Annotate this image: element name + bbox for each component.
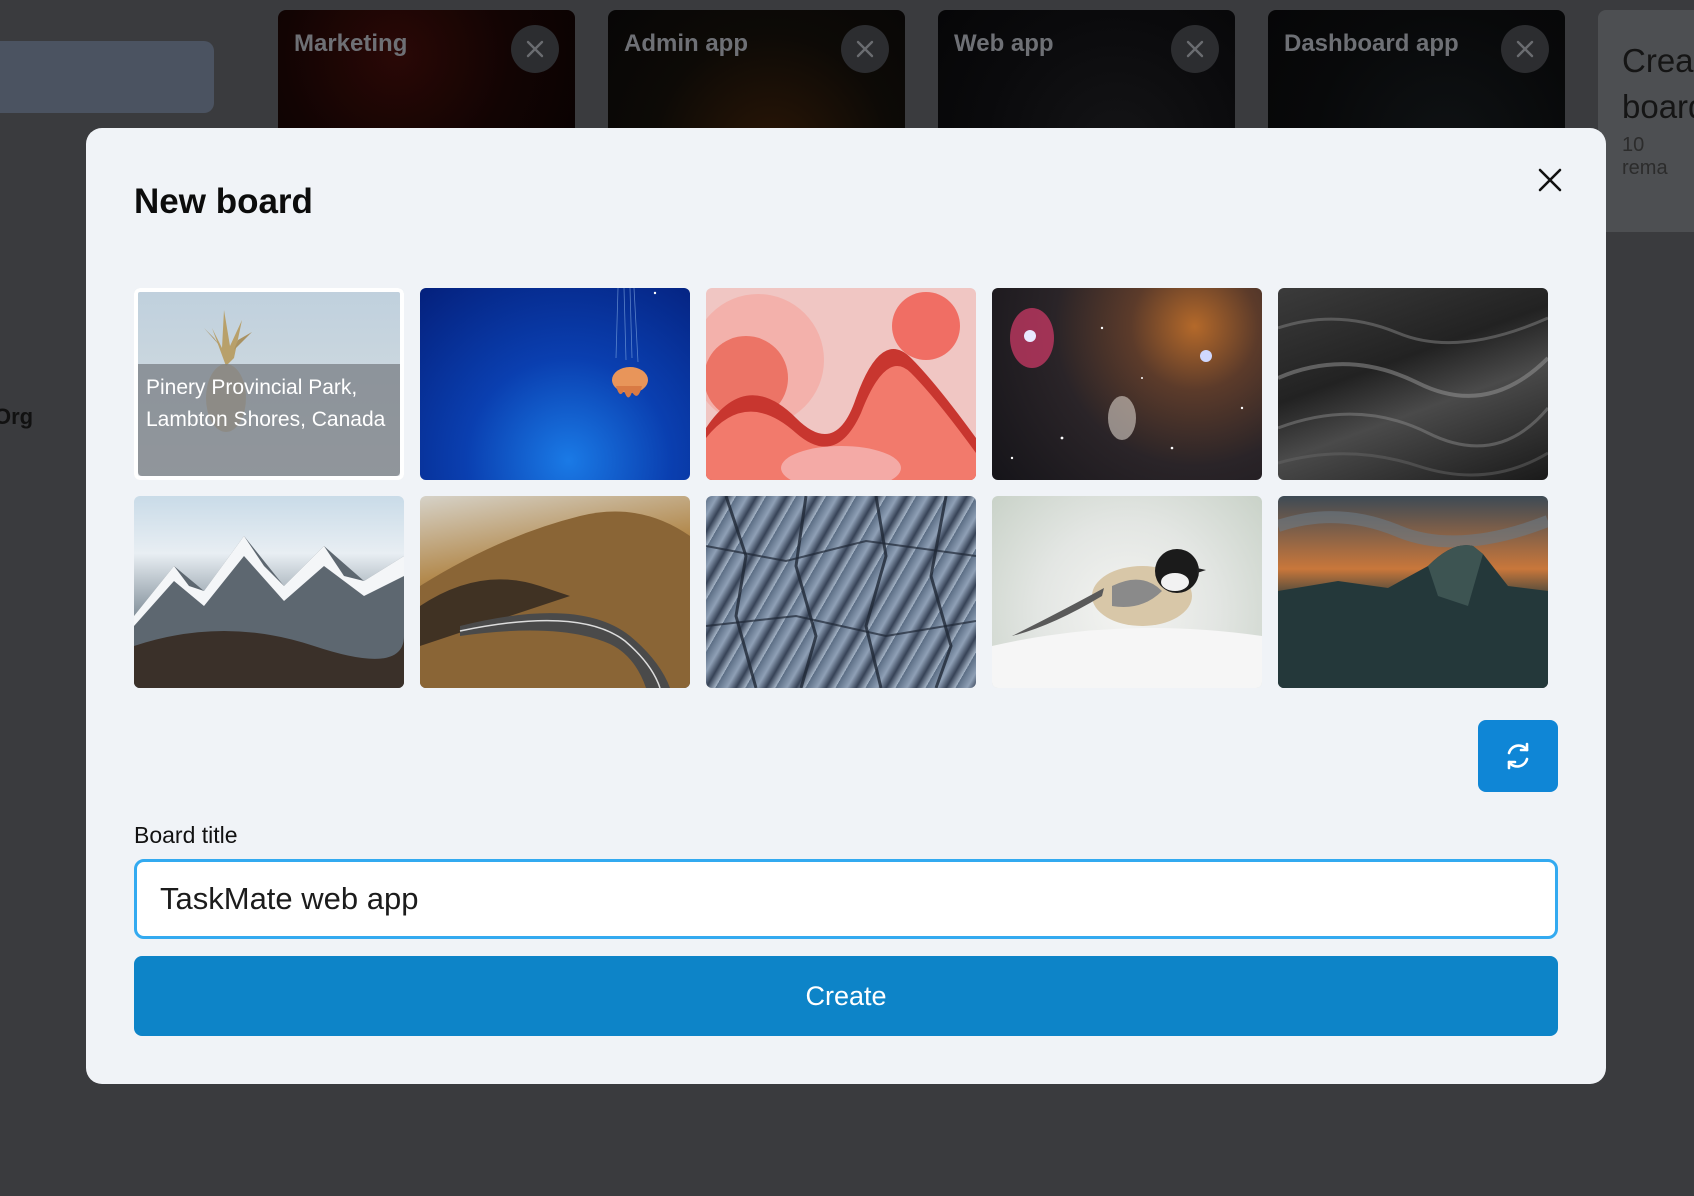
chickadee-bird-image[interactable] bbox=[992, 496, 1262, 688]
close-icon[interactable] bbox=[1171, 25, 1219, 73]
close-icon[interactable] bbox=[1501, 25, 1549, 73]
ocean-waves-image[interactable] bbox=[1278, 288, 1548, 480]
jellyfish-image[interactable] bbox=[420, 288, 690, 480]
close-icon[interactable] bbox=[841, 25, 889, 73]
board-card-title: Dashboard app bbox=[1284, 30, 1459, 57]
new-board-modal: New board Pinery Provincial Park, Lambto… bbox=[86, 128, 1606, 1084]
background-image-picker: Pinery Provincial Park, Lambton Shores, … bbox=[134, 288, 1548, 688]
mountain-road-image[interactable] bbox=[420, 496, 690, 688]
create-button[interactable]: Create bbox=[134, 956, 1558, 1036]
board-card-title: Web app bbox=[954, 30, 1054, 57]
glacier-ice-image[interactable] bbox=[706, 496, 976, 688]
close-icon[interactable] bbox=[1528, 158, 1572, 202]
glacier-ice-illustration bbox=[706, 496, 976, 688]
create-board-card[interactable]: Creat board 10 rema bbox=[1598, 10, 1694, 232]
image-caption: Pinery Provincial Park, Lambton Shores, … bbox=[138, 364, 400, 476]
galaxy-illustration bbox=[1010, 308, 1244, 460]
modal-title: New board bbox=[134, 182, 313, 221]
coral-shapes-image[interactable] bbox=[706, 288, 976, 480]
close-icon[interactable] bbox=[511, 25, 559, 73]
coral-shapes-illustration bbox=[706, 292, 976, 480]
snowy-mountains-image[interactable] bbox=[134, 496, 404, 688]
refresh-images-button[interactable] bbox=[1478, 720, 1558, 792]
chickadee-bird-illustration bbox=[992, 549, 1262, 688]
ocean-waves-illustration bbox=[1278, 316, 1548, 477]
board-card-title: Marketing bbox=[294, 30, 408, 57]
half-dome-sunset-illustration bbox=[1278, 511, 1548, 688]
create-board-title-line2: board bbox=[1622, 88, 1694, 125]
jellyfish-illustration bbox=[612, 288, 657, 398]
snowy-mountains-illustration bbox=[134, 536, 404, 688]
board-title-label: Board title bbox=[134, 822, 238, 848]
remaining-boards-count: 10 rema bbox=[1622, 134, 1668, 179]
create-board-title: Creat board bbox=[1622, 38, 1694, 130]
sidebar-org-item[interactable] bbox=[0, 41, 214, 113]
board-title-input[interactable] bbox=[134, 859, 1558, 939]
create-board-title-line1: Creat bbox=[1622, 42, 1694, 79]
mountain-road-illustration bbox=[420, 511, 690, 688]
pineapple-image[interactable]: Pinery Provincial Park, Lambton Shores, … bbox=[134, 288, 404, 480]
galaxy-image[interactable] bbox=[992, 288, 1262, 480]
refresh-icon bbox=[1507, 742, 1529, 770]
board-card-title: Admin app bbox=[624, 30, 748, 57]
org-label: Org bbox=[0, 404, 34, 429]
half-dome-sunset-image[interactable] bbox=[1278, 496, 1548, 688]
